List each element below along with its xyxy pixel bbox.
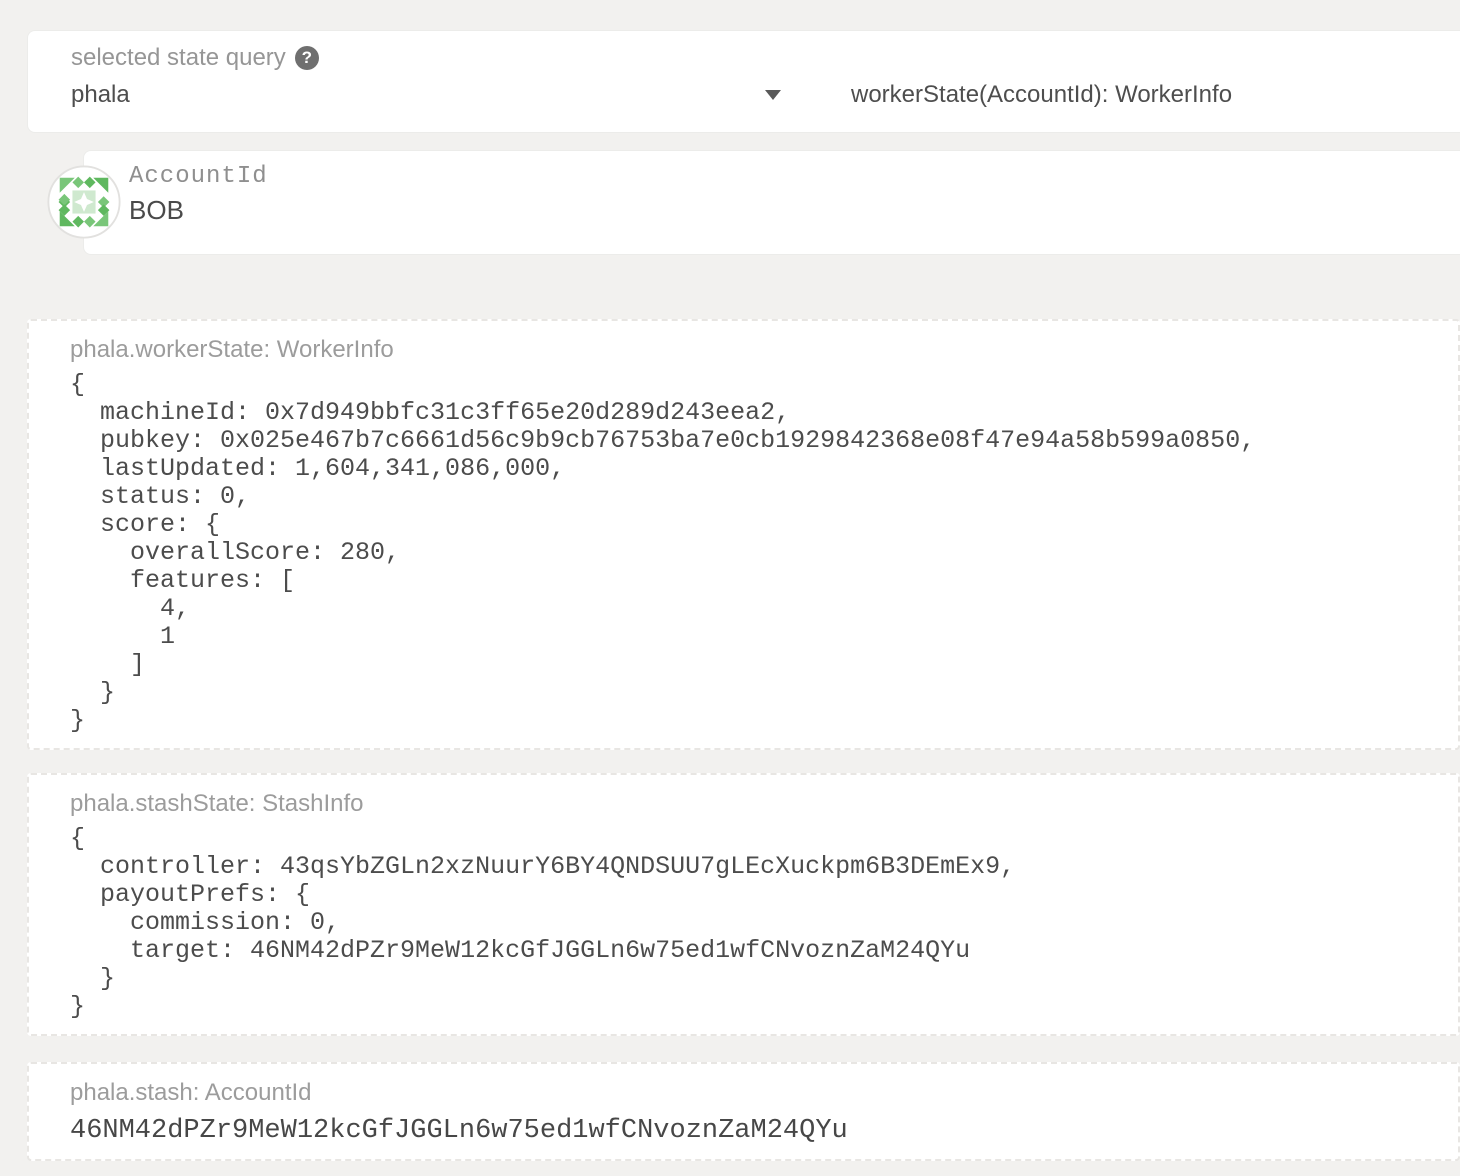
state-query-label: selected state query: [71, 44, 286, 72]
result-stash-state-json: { controller: 43qsYbZGLn2xzNuurY6BY4QNDS…: [70, 825, 1438, 1021]
method-select-dropdown[interactable]: workerState(AccountId): WorkerInfo: [851, 81, 1232, 109]
method-select-value: workerState(AccountId): WorkerInfo: [851, 81, 1232, 108]
state-query-label-row: selected state query ?: [71, 44, 1460, 72]
module-select-value: phala: [71, 81, 130, 109]
state-query-row: phala workerState(AccountId): WorkerInfo: [71, 81, 1460, 109]
account-id-field[interactable]: AccountId BOB: [83, 150, 1460, 255]
result-worker-state: phala.workerState: WorkerInfo { machineI…: [27, 319, 1460, 750]
result-stash: phala.stash: AccountId 46NM42dPZr9MeW12k…: [27, 1062, 1460, 1161]
result-stash-title: phala.stash: AccountId: [70, 1079, 1438, 1107]
result-worker-state-title: phala.workerState: WorkerInfo: [70, 336, 1438, 364]
account-identicon: [47, 165, 121, 239]
result-stash-value: 46NM42dPZr9MeW12kcGfJGGLn6w75ed1wfCNvozn…: [70, 1116, 1438, 1146]
account-id-value[interactable]: BOB: [129, 195, 1460, 226]
account-id-label: AccountId: [129, 163, 1460, 190]
state-query-box: selected state query ? phala workerState…: [27, 30, 1460, 133]
chevron-down-icon: [765, 90, 781, 100]
result-stash-state-title: phala.stashState: StashInfo: [70, 790, 1438, 818]
result-worker-state-json: { machineId: 0x7d949bbfc31c3ff65e20d289d…: [70, 371, 1438, 735]
module-select-dropdown[interactable]: phala: [71, 81, 791, 109]
help-icon[interactable]: ?: [295, 46, 319, 70]
result-stash-state: phala.stashState: StashInfo { controller…: [27, 773, 1460, 1036]
